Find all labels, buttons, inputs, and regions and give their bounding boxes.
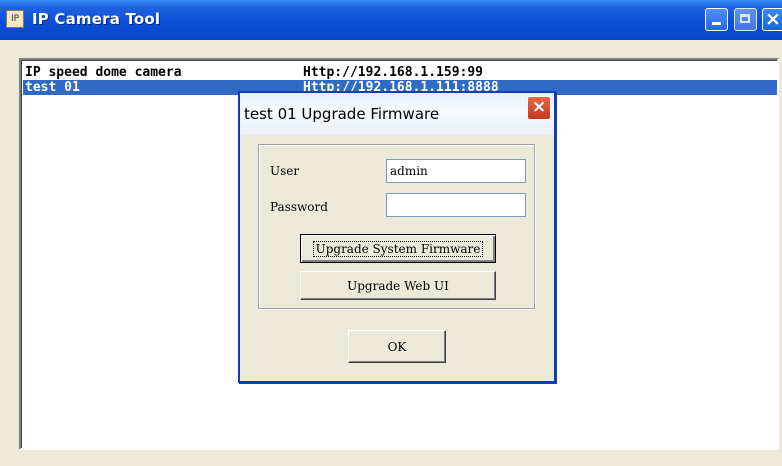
- close-icon: ×: [531, 97, 547, 117]
- credentials-group: User admin Password Upgrade System Firmw…: [258, 144, 535, 309]
- user-label: User: [270, 164, 300, 178]
- ok-label: OK: [387, 340, 407, 354]
- upgrade-web-ui-button[interactable]: Upgrade Web UI: [300, 271, 496, 300]
- upgrade-system-firmware-label: Upgrade System Firmware: [312, 241, 484, 257]
- password-field[interactable]: [386, 193, 526, 217]
- window-title: IP Camera Tool: [32, 10, 161, 28]
- camera-address: Http://192.168.1.159:99: [303, 65, 484, 80]
- title-bar[interactable]: IP IP Camera Tool ×: [0, 0, 782, 40]
- password-label: Password: [270, 200, 328, 214]
- minimize-button[interactable]: [705, 8, 728, 31]
- camera-list-row[interactable]: IP speed dome camera Http://192.168.1.15…: [23, 65, 777, 80]
- close-icon: ×: [765, 8, 781, 30]
- minimize-icon: [712, 22, 721, 25]
- dialog-title-bar[interactable]: test 01 Upgrade Firmware ×: [240, 93, 554, 135]
- app-icon: IP: [6, 10, 24, 28]
- upgrade-firmware-dialog: test 01 Upgrade Firmware × User admin Pa…: [238, 91, 556, 383]
- upgrade-web-ui-label: Upgrade Web UI: [347, 279, 449, 293]
- close-button[interactable]: ×: [762, 8, 782, 31]
- camera-name: test 01: [25, 80, 80, 95]
- camera-name: IP speed dome camera: [25, 65, 182, 80]
- maximize-button: [734, 8, 757, 31]
- upgrade-system-firmware-button[interactable]: Upgrade System Firmware: [300, 234, 496, 263]
- dialog-title: test 01 Upgrade Firmware: [244, 105, 440, 123]
- ok-button[interactable]: OK: [348, 330, 446, 363]
- maximize-icon: [740, 14, 750, 23]
- dialog-close-button[interactable]: ×: [527, 96, 551, 120]
- user-field[interactable]: admin: [386, 159, 526, 183]
